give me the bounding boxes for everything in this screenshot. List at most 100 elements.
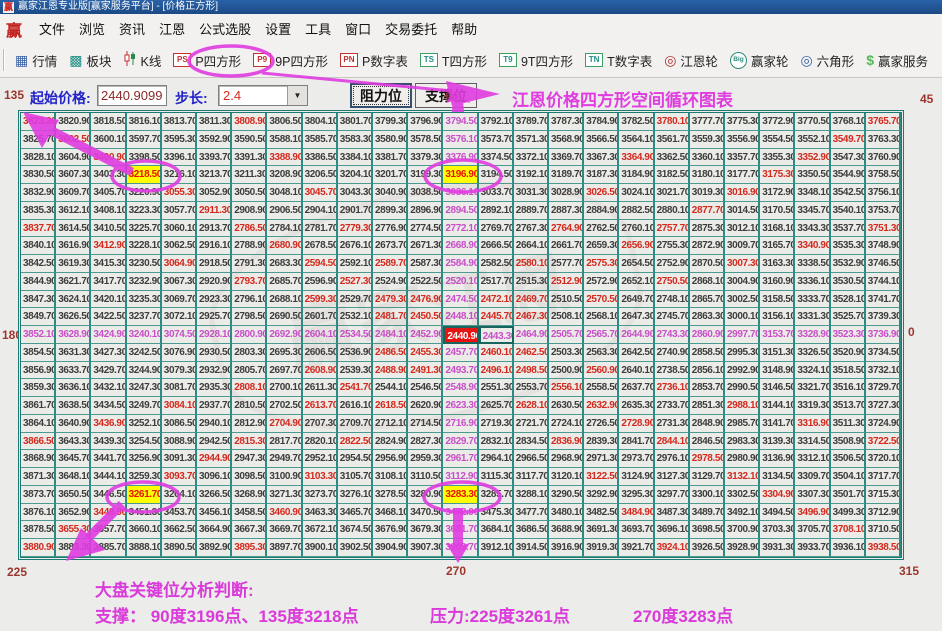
t-square-icon: TS <box>420 53 438 67</box>
menu-gann[interactable]: 江恩 <box>152 16 192 41</box>
grid-cell: 3832.90 <box>21 184 56 202</box>
menu-help[interactable]: 帮助 <box>444 16 484 41</box>
grid-cell: 3746.50 <box>866 255 901 273</box>
step-combobox[interactable]: 2.4 ▼ <box>218 85 308 106</box>
grid-cell: 2568.10 <box>584 308 619 326</box>
grid-cell: 2546.50 <box>408 379 443 397</box>
grid-cell: 3218.50 <box>127 166 162 184</box>
grid-cell: 2601.70 <box>303 308 338 326</box>
grid-cell: 3084.10 <box>162 397 197 415</box>
grid-cell: 3093.70 <box>162 468 197 486</box>
grid-cell: 3535.30 <box>831 237 866 255</box>
grid-cell: 2956.90 <box>373 450 408 468</box>
grid-cell: 3062.50 <box>162 237 197 255</box>
grid-cell: 2604.10 <box>303 326 338 344</box>
grid-cell: 2620.90 <box>408 397 443 415</box>
grid-cell: 2671.30 <box>408 237 443 255</box>
service-dollar-icon: $ <box>866 53 874 67</box>
grid-cell: 2683.30 <box>267 255 302 273</box>
grid-cell: 3559.30 <box>690 131 725 149</box>
toolbar-gann-wheel[interactable]: ◎ 江恩轮 <box>658 48 724 73</box>
grid-cell: 3499.30 <box>831 504 866 522</box>
grid-cell: 3777.70 <box>690 113 725 131</box>
analysis-pressure: 压力:225度3261点 <box>430 602 570 627</box>
angle-label-270: 270 <box>446 564 466 578</box>
grid-cell: 2983.30 <box>725 433 760 451</box>
start-price-label: 起始价格: <box>30 88 91 108</box>
grid-cell: 3290.50 <box>549 486 584 504</box>
grid-cell: 2611.30 <box>303 379 338 397</box>
toolbar-hexagon[interactable]: ◎ 六角形 <box>794 48 860 73</box>
grid-cell: 2949.70 <box>267 450 302 468</box>
menu-file[interactable]: 文件 <box>32 16 72 41</box>
grid-cell: 3076.90 <box>162 344 197 362</box>
grid-cell: 2692.90 <box>267 326 302 344</box>
grid-cell: 3516.10 <box>831 379 866 397</box>
toolbar-9p-square[interactable]: P9 9P四方形 <box>247 48 334 73</box>
grid-cell: 3924.10 <box>655 539 690 557</box>
grid-cell: 2796.10 <box>232 291 267 309</box>
menu-tools[interactable]: 工具 <box>298 16 338 41</box>
toolbar-p-square[interactable]: PS P四方形 <box>167 48 247 73</box>
grid-cell: 2846.50 <box>690 433 725 451</box>
toolbar-t-table[interactable]: TN T数字表 <box>579 48 658 73</box>
start-price-input[interactable] <box>97 85 167 106</box>
menu-settings[interactable]: 设置 <box>258 16 298 41</box>
grid-cell: 3657.70 <box>91 521 126 539</box>
grid-cell: 3357.70 <box>725 149 760 167</box>
app-logo: 赢 <box>6 17 22 41</box>
grid-cell: 2872.90 <box>690 237 725 255</box>
grid-cell: 3816.10 <box>127 113 162 131</box>
grid-cell: 2608.90 <box>303 362 338 380</box>
toolbar-winner-wheel[interactable]: Big 赢家轮 <box>724 48 795 73</box>
grid-cell: 2805.70 <box>232 362 267 380</box>
menu-trade[interactable]: 交易委托 <box>378 16 444 41</box>
toolbar-quotes[interactable]: ▦ 行情 <box>9 48 63 73</box>
grid-cell: 3160.90 <box>760 273 795 291</box>
grid-cell: 3225.70 <box>127 220 162 238</box>
menu-window[interactable]: 窗口 <box>338 16 378 41</box>
grid-cell: 2899.30 <box>373 202 408 220</box>
toolbar-sectors[interactable]: ▩ 板块 <box>63 48 117 73</box>
grid-cell: 2726.50 <box>584 415 619 433</box>
grid-cell: 3012.10 <box>725 220 760 238</box>
grid-cell: 2932.90 <box>197 362 232 380</box>
grid-cell: 2911.30 <box>197 202 232 220</box>
grid-cell: 3067.30 <box>162 273 197 291</box>
grid-cell: 2865.70 <box>690 291 725 309</box>
grid-cell: 3292.90 <box>584 486 619 504</box>
grid-cell: 2616.10 <box>338 397 373 415</box>
toolbar-t-square[interactable]: TS T四方形 <box>414 48 493 73</box>
chevron-down-icon[interactable]: ▼ <box>287 86 307 105</box>
grid-cell: 2750.50 <box>655 273 690 291</box>
grid-cell: 2630.50 <box>549 397 584 415</box>
menu-formula-picker[interactable]: 公式选股 <box>192 16 258 41</box>
grid-cell: 3434.50 <box>91 397 126 415</box>
resistance-button[interactable]: 阻力位 <box>350 83 412 108</box>
grid-cell: 2836.90 <box>549 433 584 451</box>
grid-cell: 2551.30 <box>479 379 514 397</box>
grid-cell: 2714.50 <box>408 415 443 433</box>
grid-cell: 3698.50 <box>690 521 725 539</box>
grid-cell: 2544.10 <box>373 379 408 397</box>
grid-cell: 3110.50 <box>408 468 443 486</box>
grid-cell: 3254.50 <box>127 433 162 451</box>
grid-cell: 3223.30 <box>127 202 162 220</box>
chart-banner-title: 江恩价格四方形空间循环图表 <box>512 86 733 111</box>
menu-info[interactable]: 资讯 <box>112 16 152 41</box>
grid-cell: 3823.30 <box>21 113 56 131</box>
grid-cell: 3427.30 <box>91 344 126 362</box>
grid-cell: 3002.50 <box>725 291 760 309</box>
toolbar-p-table[interactable]: PN P数字表 <box>334 48 414 73</box>
toolbar-service[interactable]: $ 赢家服务 <box>860 48 934 73</box>
grid-cell: 3866.50 <box>21 433 56 451</box>
grid-cell: 3636.10 <box>56 379 91 397</box>
grid-cell: 2534.50 <box>338 326 373 344</box>
grid-cell: 3883.30 <box>56 539 91 557</box>
grid-cell: 3482.50 <box>584 504 619 522</box>
toolbar-9t-square[interactable]: T9 9T四方形 <box>493 48 579 73</box>
grid-cell: 3928.90 <box>725 539 760 557</box>
menu-browse[interactable]: 浏览 <box>72 16 112 41</box>
toolbar-kline[interactable]: K线 <box>118 48 168 73</box>
grid-cell: 3309.70 <box>795 468 830 486</box>
